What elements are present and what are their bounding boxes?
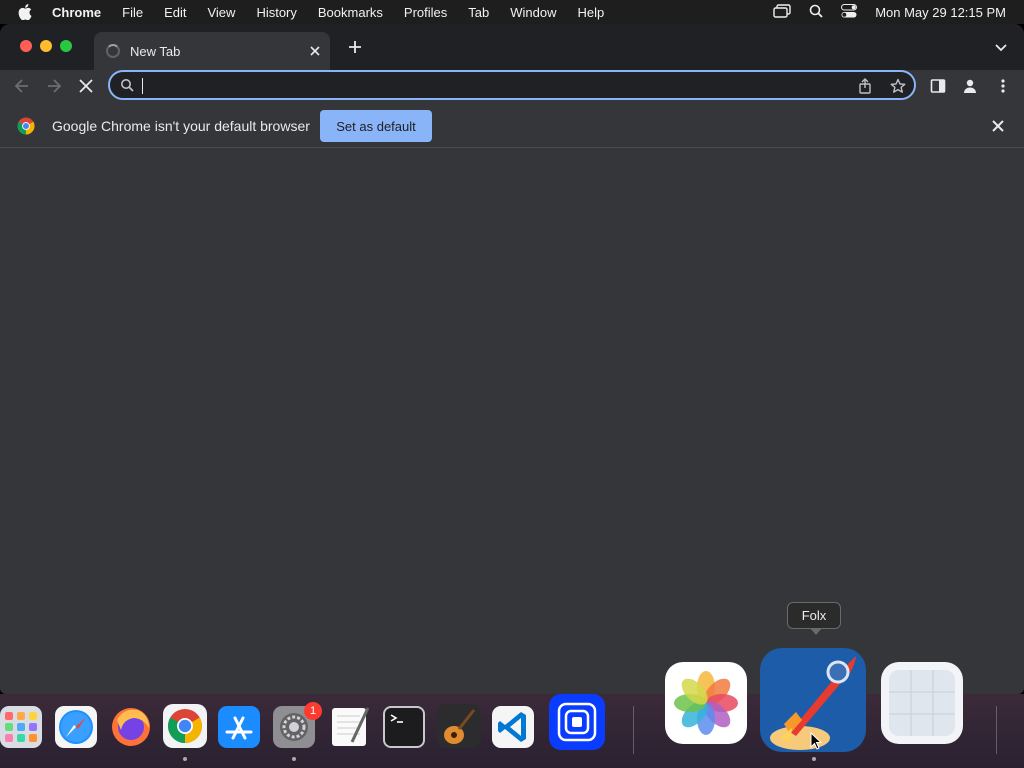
menubar-clock[interactable]: Mon May 29 12:15 PM (875, 5, 1006, 20)
menu-profiles[interactable]: Profiles (404, 5, 447, 20)
garageband-guitar-icon[interactable] (437, 704, 481, 753)
loading-spinner-icon (106, 44, 120, 58)
mouse-cursor-icon (810, 731, 823, 755)
vscode-icon[interactable] (492, 706, 534, 753)
app-store-icon[interactable] (218, 706, 260, 753)
dock-tooltip: Folx (787, 602, 841, 635)
folx-running-indicator (812, 757, 816, 761)
menu-chrome[interactable]: Chrome (52, 5, 101, 20)
infobar-message: Google Chrome isn't your default browser (52, 118, 310, 134)
dock: 1 (0, 648, 1024, 768)
menu-history[interactable]: History (256, 5, 296, 20)
grid-app-icon[interactable] (881, 662, 963, 749)
terminal-icon[interactable] (383, 706, 425, 753)
close-window-button[interactable] (20, 40, 32, 52)
screen-mirroring-icon[interactable] (773, 3, 791, 21)
close-infobar-icon[interactable] (992, 119, 1006, 133)
dock-separator (633, 706, 634, 754)
menu-tab[interactable]: Tab (468, 5, 489, 20)
close-tab-icon[interactable] (306, 42, 324, 60)
omnibox-input[interactable] (142, 76, 832, 94)
apple-icon[interactable] (18, 4, 38, 20)
firefox-icon[interactable] (109, 704, 153, 753)
more-options-kebab-icon[interactable] (996, 78, 1012, 94)
chrome-dock-icon[interactable] (163, 704, 207, 753)
profile-avatar-icon[interactable] (962, 78, 978, 94)
tab-search-chevron-down-icon[interactable] (994, 40, 1010, 56)
menu-view[interactable]: View (207, 5, 235, 20)
side-panel-icon[interactable] (930, 78, 946, 94)
control-center-icon[interactable] (841, 3, 858, 21)
share-icon[interactable] (858, 78, 874, 94)
system-settings-badge: 1 (304, 702, 322, 720)
forward-button[interactable] (44, 76, 64, 96)
dock-separator-trash (996, 706, 997, 754)
screens-app-icon[interactable] (549, 694, 605, 755)
menu-bar: Chrome File Edit View History Bookmarks … (0, 0, 1024, 24)
search-icon (120, 78, 136, 94)
spotlight-search-icon[interactable] (809, 4, 823, 21)
menu-bookmarks[interactable]: Bookmarks (318, 5, 383, 20)
settings-running-indicator (292, 757, 296, 761)
menu-help[interactable]: Help (578, 5, 605, 20)
tab-new-tab[interactable]: New Tab (94, 32, 330, 70)
address-bar[interactable] (108, 70, 916, 100)
menu-window[interactable]: Window (510, 5, 556, 20)
back-button[interactable] (12, 76, 32, 96)
menu-file[interactable]: File (122, 5, 143, 20)
minimize-window-button[interactable] (40, 40, 52, 52)
set-as-default-button[interactable]: Set as default (320, 110, 432, 142)
chrome-logo-icon (17, 117, 35, 135)
window-controls (20, 40, 72, 52)
safari-icon[interactable] (55, 706, 97, 753)
stop-loading-button[interactable] (76, 76, 96, 96)
chrome-window: New Tab Google Chrome isn't your default… (0, 24, 1024, 694)
text-caret (142, 78, 143, 94)
toolbar (0, 70, 1024, 102)
launchpad-icon[interactable] (0, 706, 42, 753)
tab-title: New Tab (130, 43, 181, 59)
new-tab-button[interactable] (345, 38, 365, 58)
tab-strip: New Tab (0, 24, 1024, 70)
page-content (0, 149, 1024, 694)
default-browser-infobar: Google Chrome isn't your default browser… (0, 104, 1024, 148)
photos-icon[interactable] (665, 662, 747, 749)
zoom-window-button[interactable] (60, 40, 72, 52)
menu-edit[interactable]: Edit (164, 5, 186, 20)
bookmark-star-icon[interactable] (890, 78, 906, 94)
textedit-icon[interactable] (328, 704, 372, 753)
chrome-running-indicator (183, 757, 187, 761)
